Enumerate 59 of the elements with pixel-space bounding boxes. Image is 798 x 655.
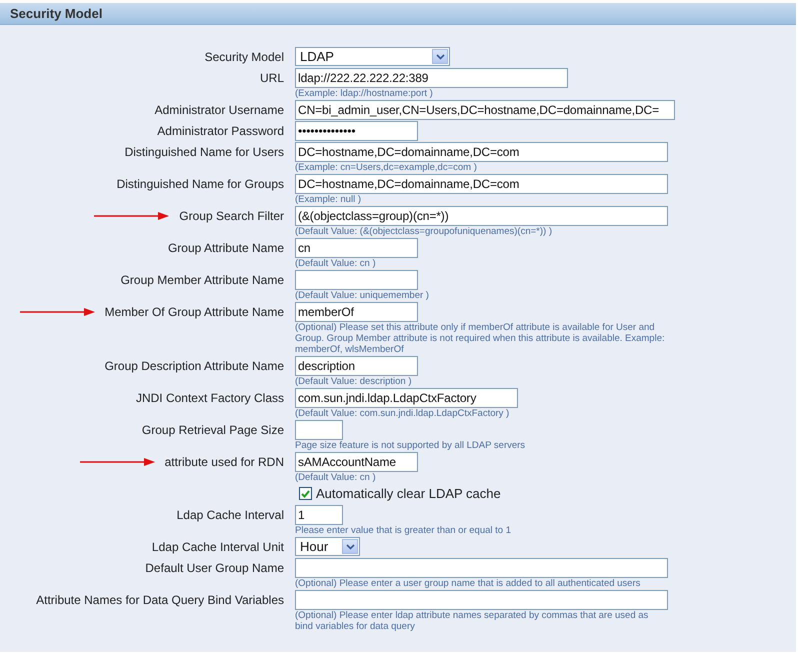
field-hint: (Example: ldap://hostname:port ) — [295, 88, 433, 99]
field-label: Distinguished Name for Users — [124, 144, 284, 161]
field-label: attribute used for RDN — [164, 454, 284, 471]
text-field[interactable] — [295, 270, 418, 290]
field-label: Default User Group Name — [145, 560, 284, 577]
caret-icon — [436, 54, 444, 60]
arrow-icon — [94, 212, 170, 220]
text-field[interactable]: description — [295, 356, 418, 376]
field-hint: (Default Value: cn ) — [295, 472, 376, 483]
field-hint: Please enter value that is greater than or equal to 1 — [295, 525, 511, 536]
field-hint: (Default Value: description ) — [295, 376, 412, 387]
text-field[interactable] — [295, 420, 343, 440]
text-field[interactable]: DC=hostname,DC=domainname,DC=com — [295, 142, 668, 162]
arrow-icon — [80, 458, 155, 466]
field-label: Attribute Names for Data Query Bind Variables — [36, 592, 284, 609]
field-label: JNDI Context Factory Class — [136, 390, 284, 407]
field-label: Group Search Filter — [179, 208, 284, 225]
field-label: Group Attribute Name — [168, 240, 284, 257]
text-field[interactable] — [295, 558, 668, 578]
text-field[interactable]: memberOf — [295, 302, 418, 322]
field-hint: Page size feature is not supported by all LDAP servers — [295, 440, 526, 451]
dropdown[interactable]: Hour — [295, 537, 360, 556]
field-label: Ldap Cache Interval Unit — [152, 539, 284, 556]
field-label: Distinguished Name for Groups — [116, 176, 284, 193]
field-label: Administrator Password — [157, 123, 284, 140]
text-field[interactable]: ldap://222.22.222.22:389 — [295, 68, 568, 88]
caret-icon — [346, 544, 354, 550]
field-hint: (Default Value: uniquemember ) — [295, 290, 429, 301]
text-field[interactable]: (&(objectclass=group)(cn=*)) — [295, 206, 668, 226]
field-hint: (Optional) Please enter ldap attribute names separated by commas that are used as bind variables for data query — [295, 610, 650, 632]
text-field[interactable]: cn — [295, 238, 418, 258]
text-field[interactable] — [295, 590, 668, 610]
field-hint: (Default Value: (&(objectclass=groupofuniquenames)(cn=*)) ) — [295, 226, 552, 237]
field-label: Group Description Attribute Name — [104, 358, 284, 375]
dropdown[interactable]: LDAP — [295, 47, 450, 66]
panel-title: Security Model — [0, 3, 796, 25]
field-label: Group Retrieval Page Size — [142, 422, 284, 439]
field-hint: (Example: null ) — [295, 194, 361, 205]
field-label: Member Of Group Attribute Name — [104, 304, 284, 321]
text-field[interactable]: DC=hostname,DC=domainname,DC=com — [295, 174, 668, 194]
field-hint: (Optional) Please set this attribute only if memberOf attribute is available for User and Group. Group Member attribute is not required when this attribute is available. Example: memberOf, wlsMemberOf — [295, 322, 665, 355]
field-label: Ldap Cache Interval — [176, 507, 284, 524]
checkmark-icon — [301, 490, 310, 498]
text-field[interactable]: CN=bi_admin_user,CN=Users,DC=hostname,DC=domainname,DC= — [295, 100, 675, 120]
field-hint: (Optional) Please enter a user group name that is added to all authenticated users — [295, 578, 640, 589]
checkbox-option[interactable]: Automatically clear LDAP cache — [299, 484, 501, 503]
text-field[interactable]: com.sun.jndi.ldap.LdapCtxFactory — [295, 388, 518, 408]
password-field[interactable]: •••••••••••••• — [295, 121, 418, 141]
field-label: Security Model — [204, 49, 284, 66]
text-field[interactable]: sAMAccountName — [295, 452, 418, 472]
field-label: URL — [260, 70, 284, 87]
field-label: Administrator Username — [154, 102, 284, 119]
field-hint: (Default Value: cn ) — [295, 258, 376, 269]
checkbox[interactable] — [299, 487, 312, 500]
arrow-icon — [20, 308, 95, 316]
field-label: Group Member Attribute Name — [120, 272, 284, 289]
field-hint: (Default Value: com.sun.jndi.ldap.LdapCtxFactory ) — [295, 408, 510, 419]
text-field[interactable]: 1 — [295, 505, 343, 525]
field-hint: (Example: cn=Users,dc=example,dc=com ) — [295, 162, 477, 173]
